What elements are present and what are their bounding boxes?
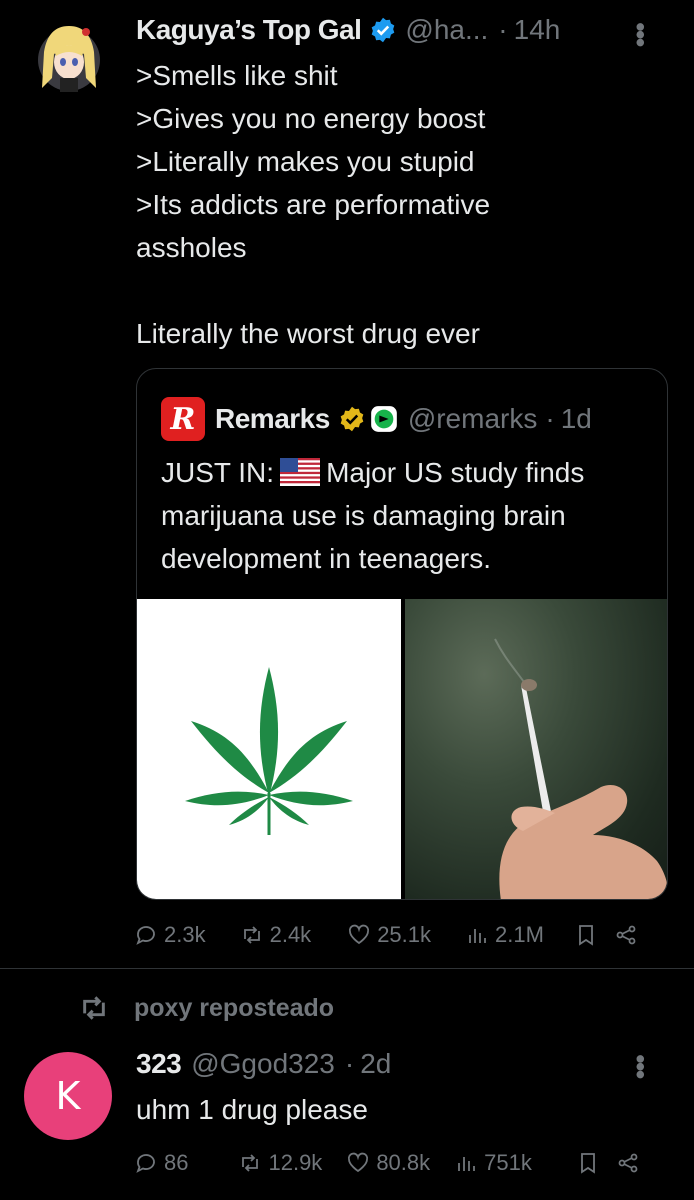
repost-icon (242, 1154, 259, 1172)
reply-icon (136, 926, 155, 945)
verified-badge-icon (372, 17, 395, 43)
separator-dot: · (344, 1048, 355, 1079)
like-button[interactable]: 80.8k (346, 1150, 430, 1176)
quoted-tweet[interactable]: R Remarks @remarks · 1d JUST IN: Major U… (136, 368, 668, 900)
tweet-text: >Smells like shit >Gives you no energy b… (136, 60, 491, 349)
repost-button[interactable]: 2.4k (240, 922, 312, 948)
reply-count: 86 (164, 1150, 189, 1175)
us-flag-icon (280, 458, 321, 486)
bookmark-button[interactable] (574, 923, 598, 947)
timestamp[interactable]: 14h (514, 14, 561, 46)
like-button[interactable]: 25.1k (347, 922, 431, 948)
repost-count: 12.9k (268, 1150, 323, 1175)
hand-holding-joint-image (494, 638, 667, 899)
repost-icon (243, 926, 260, 944)
quote-timestamp: 1d (560, 403, 592, 434)
display-name[interactable]: Kaguya’s Top Gal (136, 14, 362, 46)
tweet-actions: 86 12.9k 80.8k 751k (134, 1150, 640, 1176)
views-button[interactable]: 751k (454, 1150, 532, 1176)
like-icon (349, 924, 370, 945)
share-button[interactable] (616, 1151, 640, 1175)
joint-photo[interactable] (405, 599, 667, 899)
quote-header: R Remarks @remarks · 1d (161, 397, 592, 441)
quote-display-name: Remarks (215, 403, 330, 434)
views-icon (469, 929, 486, 943)
reply-button[interactable]: 86 (134, 1150, 188, 1176)
separator-dot: · (545, 403, 555, 434)
views-button[interactable]: 2.1M (465, 922, 544, 948)
separator-dot: · (498, 14, 508, 45)
share-icon (618, 1153, 638, 1173)
more-icon[interactable]: ••• (624, 22, 656, 45)
reply-count: 2.3k (164, 922, 206, 947)
avatar-letter: K (55, 1074, 81, 1118)
share-button[interactable] (614, 923, 638, 947)
reply-button[interactable]: 2.3k (134, 922, 206, 948)
handle[interactable]: @ha... (405, 14, 488, 46)
bookmark-icon (579, 925, 593, 946)
cannabis-leaf-image[interactable] (137, 599, 401, 899)
views-count: 751k (484, 1150, 532, 1175)
avatar[interactable] (38, 18, 100, 102)
views-icon (458, 1157, 476, 1171)
share-icon (616, 925, 636, 945)
remarks-logo: R (161, 397, 205, 441)
tweet-main[interactable]: Kaguya’s Top Gal @ha... · 14h ••• >Smell… (0, 0, 694, 968)
like-count: 25.1k (377, 922, 432, 947)
cannabis-leaf-icon (185, 667, 353, 835)
bookmark-button[interactable] (576, 1151, 600, 1175)
avatar[interactable]: K (24, 1052, 112, 1140)
tweet-header: Kaguya’s Top Gal @ha... · 14h (136, 14, 560, 46)
repost-count: 2.4k (269, 922, 312, 947)
tweet-header: 323 @Ggod323 · 2d (136, 1048, 391, 1080)
handle[interactable]: @Ggod323 (191, 1048, 335, 1080)
timestamp[interactable]: 2d (360, 1048, 391, 1080)
like-icon (348, 1152, 369, 1173)
anime-avatar-icon (38, 26, 100, 92)
quote-handle: @remarks (407, 403, 538, 434)
bookmark-icon (580, 1153, 595, 1174)
like-count: 80.8k (376, 1150, 431, 1175)
tweet-text: uhm 1 drug please (136, 1094, 368, 1125)
quote-text: JUST IN: Major US study finds marijuana … (161, 451, 651, 580)
views-count: 2.1M (495, 922, 544, 947)
reply-icon (136, 1154, 155, 1173)
repost-button[interactable]: 12.9k (238, 1150, 322, 1176)
verified-gold-badge-icon (340, 406, 364, 432)
quote-text-prefix: JUST IN: (161, 457, 275, 488)
more-icon[interactable]: ••• (624, 1054, 656, 1077)
tweet-actions: 2.3k 2.4k 25.1k 2.1M (134, 922, 638, 948)
affiliate-badge-icon (370, 406, 397, 432)
display-name[interactable]: 323 (136, 1048, 182, 1080)
